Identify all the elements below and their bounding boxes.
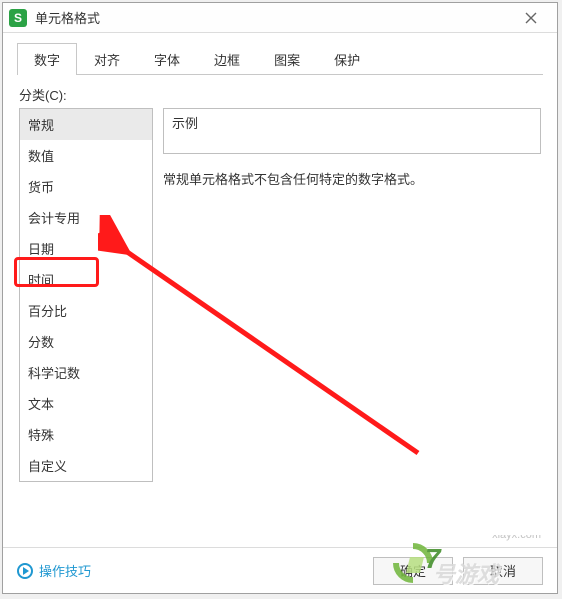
category-item-text[interactable]: 文本: [20, 388, 152, 419]
category-item-custom[interactable]: 自定义: [20, 450, 152, 481]
category-item-scientific[interactable]: 科学记数: [20, 357, 152, 388]
tab-number[interactable]: 数字: [17, 43, 77, 75]
content-area: 分类(C): 常规 数值 货币 会计专用 日期 时间 百分比 分数 科学记数 文…: [3, 75, 557, 547]
tab-protect[interactable]: 保护: [317, 43, 377, 75]
example-label: 示例: [172, 116, 198, 131]
format-description: 常规单元格格式不包含任何特定的数字格式。: [163, 170, 541, 191]
tab-border[interactable]: 边框: [197, 43, 257, 75]
category-item-special[interactable]: 特殊: [20, 419, 152, 450]
titlebar: 单元格格式: [3, 3, 557, 33]
category-item-percent[interactable]: 百分比: [20, 295, 152, 326]
content-row: 常规 数值 货币 会计专用 日期 时间 百分比 分数 科学记数 文本 特殊 自定…: [19, 108, 541, 482]
app-icon: [9, 9, 27, 27]
close-button[interactable]: [511, 4, 551, 32]
ok-button[interactable]: 确定: [373, 557, 453, 585]
example-box: 示例: [163, 108, 541, 154]
tab-font[interactable]: 字体: [137, 43, 197, 75]
category-listbox[interactable]: 常规 数值 货币 会计专用 日期 时间 百分比 分数 科学记数 文本 特殊 自定…: [19, 108, 153, 482]
tips-link-label: 操作技巧: [39, 561, 91, 580]
tabbar: 数字 对齐 字体 边框 图案 保护: [3, 33, 557, 75]
cancel-button[interactable]: 取消: [463, 557, 543, 585]
example-column: 示例 常规单元格格式不包含任何特定的数字格式。: [163, 108, 541, 482]
category-label: 分类(C):: [19, 85, 541, 104]
close-icon: [525, 12, 537, 24]
play-circle-icon: [17, 563, 33, 579]
dialog-footer: 操作技巧 确定 取消: [3, 547, 557, 593]
category-item-fraction[interactable]: 分数: [20, 326, 152, 357]
category-item-general[interactable]: 常规: [20, 109, 152, 140]
dialog-title: 单元格格式: [35, 8, 511, 27]
tab-pattern[interactable]: 图案: [257, 43, 317, 75]
category-item-time[interactable]: 时间: [20, 264, 152, 295]
category-item-accounting[interactable]: 会计专用: [20, 202, 152, 233]
category-item-currency[interactable]: 货币: [20, 171, 152, 202]
category-item-number[interactable]: 数值: [20, 140, 152, 171]
tips-link[interactable]: 操作技巧: [17, 561, 363, 580]
category-item-date[interactable]: 日期: [20, 233, 152, 264]
cell-format-dialog: 单元格格式 数字 对齐 字体 边框 图案 保护 分类(C): 常规 数值 货币 …: [2, 2, 558, 594]
tab-align[interactable]: 对齐: [77, 43, 137, 75]
